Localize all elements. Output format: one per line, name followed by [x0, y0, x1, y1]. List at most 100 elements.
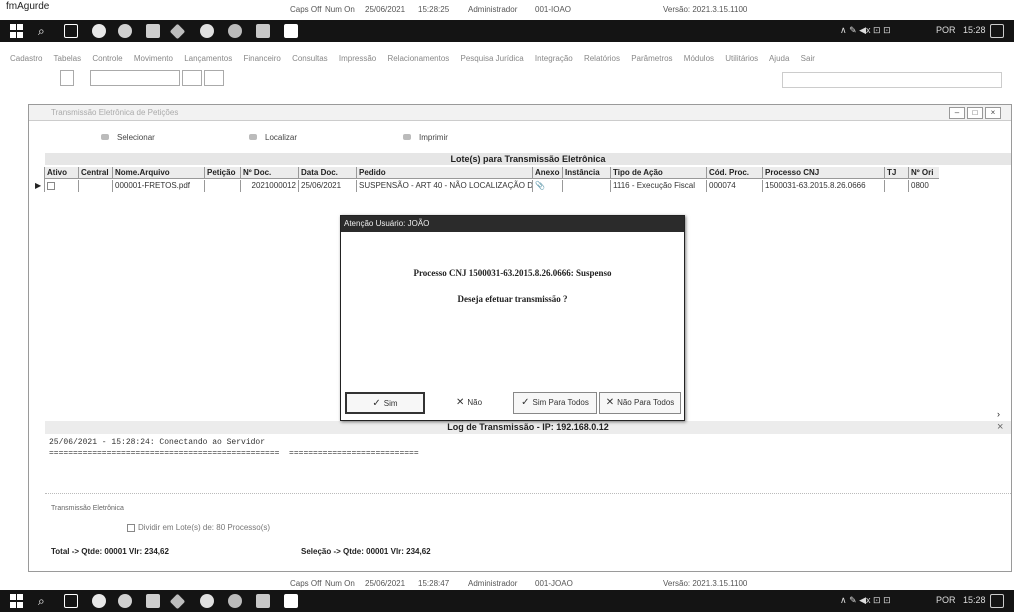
app-icon-6[interactable]	[228, 24, 242, 38]
close-icon[interactable]: ×	[985, 107, 1001, 119]
yes-all-button[interactable]: ✓ Sim Para Todos	[513, 392, 597, 414]
col-peticao[interactable]: Petição	[205, 167, 241, 178]
app-icon-7[interactable]	[256, 594, 270, 608]
menu-item[interactable]: Ajuda	[769, 54, 789, 63]
scroll-right-icon[interactable]: ›	[997, 409, 1000, 419]
split-checkbox[interactable]	[127, 523, 135, 532]
toolbar-icon[interactable]	[60, 70, 74, 86]
tray-clock[interactable]: 15:28	[963, 595, 986, 605]
menu-item[interactable]: Sair	[801, 54, 815, 63]
menu-item[interactable]: Financeiro	[243, 54, 280, 63]
menu-item[interactable]: Controle	[92, 54, 122, 63]
col-central[interactable]: Central	[79, 167, 113, 178]
app-icon-5[interactable]	[200, 24, 214, 38]
cell-pedido: SUSPENSÃO - ART 40 - NÃO LOCALIZAÇÃO DO …	[359, 180, 533, 192]
menu-item[interactable]: Relatórios	[584, 54, 620, 63]
windows-start-icon[interactable]	[10, 594, 24, 608]
dialog-message: Processo CNJ 1500031-63.2015.8.26.0666: …	[413, 268, 612, 278]
app-icon-7[interactable]	[256, 24, 270, 38]
app-icon-active[interactable]	[284, 24, 298, 38]
search-icon[interactable]: ⌕	[38, 594, 52, 608]
windows-start-icon[interactable]	[10, 24, 24, 38]
menu-item[interactable]: Movimento	[134, 54, 173, 63]
check-icon: ✓	[521, 397, 530, 408]
split-lote-option[interactable]: Dividir em Lote(s) de: 80 Processo(s)	[69, 523, 270, 532]
tray-language[interactable]: POR	[936, 595, 956, 605]
col-processo-cnj[interactable]: Processo CNJ	[763, 167, 885, 178]
menu-item[interactable]: Tabelas	[54, 54, 82, 63]
toolbar-field[interactable]	[204, 70, 224, 86]
search-icon[interactable]: ⌕	[38, 24, 52, 38]
col-tj[interactable]: TJ	[885, 167, 909, 178]
tray-clock[interactable]: 15:28	[963, 25, 986, 35]
caps-status: Caps Off	[290, 5, 322, 14]
menu-item[interactable]: Cadastro	[10, 54, 42, 63]
menu-item[interactable]: Consultas	[292, 54, 328, 63]
menu-item[interactable]: Impressão	[339, 54, 376, 63]
ativo-checkbox[interactable]	[45, 180, 79, 192]
app-icon-2[interactable]	[118, 24, 132, 38]
notification-icon[interactable]	[990, 24, 1004, 38]
file-explorer-icon[interactable]	[146, 594, 160, 608]
cell-central	[79, 180, 113, 192]
col-instancia[interactable]: Instância	[563, 167, 611, 178]
col-pedido[interactable]: Pedido	[357, 167, 533, 178]
col-tipo-acao[interactable]: Tipo de Ação	[611, 167, 707, 178]
no-button[interactable]: ✕ Não	[429, 392, 509, 414]
print-icon	[403, 134, 411, 140]
locate-icon	[249, 134, 257, 140]
minimize-icon[interactable]: –	[949, 107, 965, 119]
app-icon-4[interactable]	[169, 23, 186, 40]
menu-item[interactable]: Módulos	[684, 54, 714, 63]
col-nome-arquivo[interactable]: Nome.Arquivo	[113, 167, 205, 178]
toolbar-field[interactable]	[182, 70, 202, 86]
app-icon-5[interactable]	[200, 594, 214, 608]
col-anexo[interactable]: Anexo	[533, 167, 563, 178]
app-icon-active[interactable]	[284, 594, 298, 608]
log-close-icon[interactable]: ×	[997, 421, 1003, 433]
app-icon-6[interactable]	[228, 594, 242, 608]
menu-item[interactable]: Relacionamentos	[387, 54, 449, 63]
menu-item[interactable]: Pesquisa Jurídica	[461, 54, 524, 63]
user-status: 001-JOAO	[535, 579, 573, 588]
maximize-icon[interactable]: □	[967, 107, 983, 119]
tray-language[interactable]: POR	[936, 25, 956, 35]
log-line: 25/06/2021 - 15:28:24: Conectando ao Ser…	[49, 438, 266, 447]
col-num-ori[interactable]: Nº Ori	[909, 167, 939, 178]
menu-item[interactable]: Parâmetros	[631, 54, 672, 63]
locate-button[interactable]: Localizar	[249, 133, 297, 142]
print-button[interactable]: Imprimir	[403, 133, 448, 142]
num-status: Num On	[325, 5, 355, 14]
selection-summary: Seleção -> Qtde: 00001 Vlr: 234,62	[301, 547, 431, 556]
chrome-icon[interactable]	[92, 24, 106, 38]
chrome-icon[interactable]	[92, 594, 106, 608]
num-status: Num On	[325, 579, 355, 588]
col-num-doc[interactable]: Nº Doc.	[241, 167, 299, 178]
cell-num-doc: 2021000012	[241, 180, 299, 192]
x-icon: ✕	[455, 397, 465, 408]
col-cod-proc[interactable]: Cód. Proc.	[707, 167, 763, 178]
select-button[interactable]: Selecionar	[101, 133, 155, 142]
app-icon-2[interactable]	[118, 594, 132, 608]
toolbar-right-box[interactable]	[782, 72, 1002, 88]
table-row[interactable]: 000001-FRETOS.pdf 2021000012 25/06/2021 …	[45, 180, 939, 192]
log-output: 25/06/2021 - 15:28:24: Conectando ao Ser…	[49, 437, 969, 459]
tray-icons[interactable]: ∧ ✎ ◀x ⊡ ⊡	[840, 25, 891, 36]
task-view-icon[interactable]	[64, 24, 78, 38]
paperclip-icon[interactable]: 📎	[533, 180, 563, 192]
menu-item[interactable]: Lançamentos	[184, 54, 232, 63]
no-all-button[interactable]: ✕ Não Para Todos	[599, 392, 681, 414]
toolbar-field[interactable]	[90, 70, 180, 86]
col-data-doc[interactable]: Data Doc.	[299, 167, 357, 178]
role-status: Administrador	[468, 579, 518, 588]
yes-button[interactable]: ✓ Sim	[345, 392, 425, 414]
menu-item[interactable]: Utilitários	[725, 54, 758, 63]
task-view-icon[interactable]	[64, 594, 78, 608]
file-explorer-icon[interactable]	[146, 24, 160, 38]
version-status: Versão: 2021.3.15.1100	[663, 579, 748, 588]
col-ativo[interactable]: Ativo	[45, 167, 79, 178]
notification-icon[interactable]	[990, 594, 1004, 608]
menu-item[interactable]: Integração	[535, 54, 573, 63]
app-icon-4[interactable]	[169, 593, 186, 610]
tray-icons[interactable]: ∧ ✎ ◀x ⊡ ⊡	[840, 595, 891, 606]
